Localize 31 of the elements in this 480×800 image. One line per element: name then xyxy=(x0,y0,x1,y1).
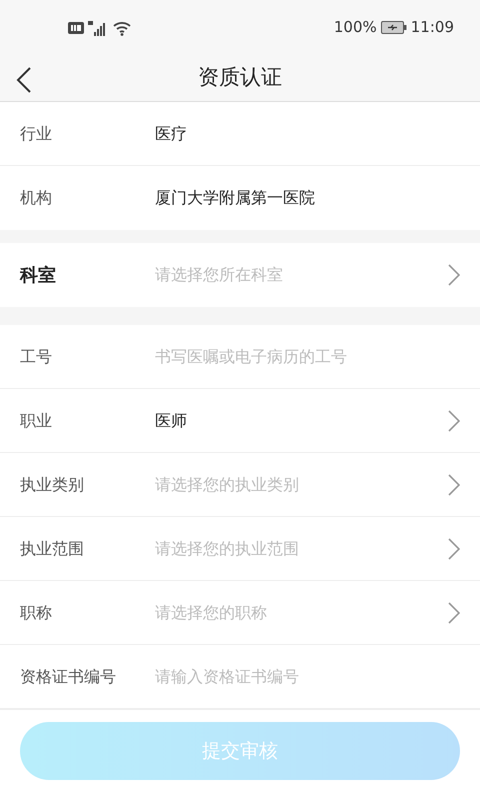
chevron-right-icon[interactable] xyxy=(448,474,460,496)
select-placeholder[interactable]: 请选择您的职称 xyxy=(155,600,448,624)
chevron-right-icon[interactable] xyxy=(448,602,460,624)
select-placeholder[interactable]: 请选择您的执业范围 xyxy=(155,536,448,560)
field-label: 科室 xyxy=(20,264,57,288)
field-label: 职称 xyxy=(20,602,53,624)
time-text: 11:09 xyxy=(410,17,454,38)
selected-value[interactable]: 医师 xyxy=(155,408,448,432)
input-field[interactable]: 书写医嘱或电子病历的工号 xyxy=(155,344,460,368)
hd-icon xyxy=(68,22,84,34)
chevron-right-icon[interactable] xyxy=(448,538,460,560)
field-value: 医疗 xyxy=(155,122,188,144)
field-label: 资格证书编号 xyxy=(20,666,117,688)
field-label: 执业类别 xyxy=(20,474,85,496)
select-placeholder[interactable]: 请选择您的执业类别 xyxy=(155,472,448,496)
field-label: 工号 xyxy=(20,346,53,368)
battery-text: 100% xyxy=(334,17,377,38)
battery-icon xyxy=(380,21,407,34)
field-label: 行业 xyxy=(20,122,53,144)
chevron-right-icon[interactable] xyxy=(448,410,460,432)
field-value: 厦门大学附属第一医院 xyxy=(155,187,316,209)
wifi-icon xyxy=(112,20,132,36)
field-label: 机构 xyxy=(20,187,53,209)
back-icon[interactable] xyxy=(16,67,32,93)
field-label: 执业范围 xyxy=(20,538,85,560)
field-label: 职业 xyxy=(20,410,53,432)
signal-icon xyxy=(88,20,108,36)
select-placeholder[interactable]: 请选择您所在科室 xyxy=(155,263,448,287)
chevron-right-icon[interactable] xyxy=(448,264,460,286)
input-field[interactable]: 请输入资格证书编号 xyxy=(155,664,460,688)
page-title: 资质认证 xyxy=(198,64,282,92)
